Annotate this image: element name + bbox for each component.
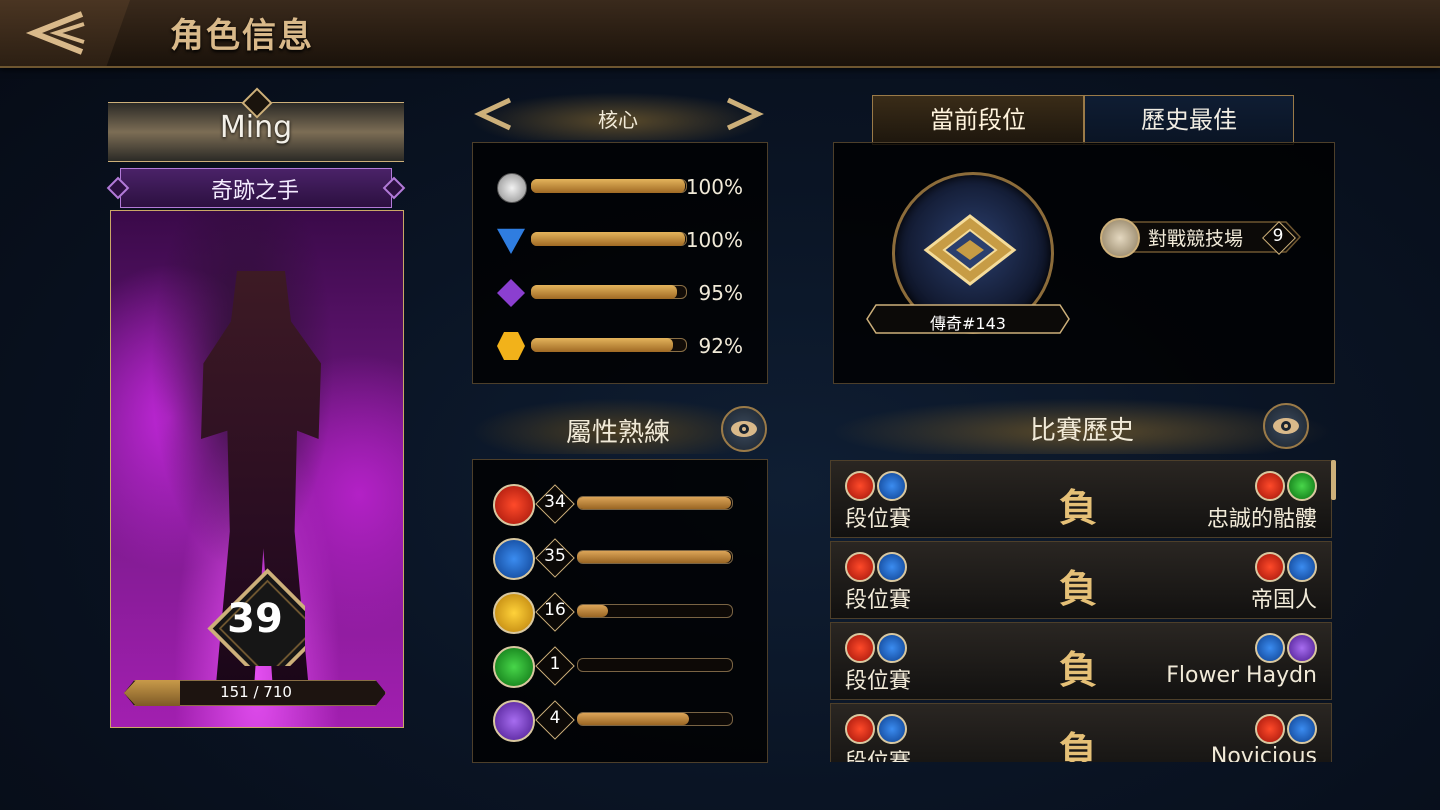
attribute-value: 35	[544, 546, 566, 566]
match-row[interactable]: 段位賽 負 忠誠的骷髏	[830, 460, 1332, 538]
core-row: 95%	[473, 271, 767, 311]
anvil-icon	[493, 700, 535, 742]
attribute-value: 1	[549, 654, 561, 674]
strength-arm-icon	[1255, 714, 1285, 744]
core-percent: 95%	[698, 281, 743, 305]
match-row[interactable]: 段位賽 負 Flower Haydn	[830, 622, 1332, 700]
book-icon	[877, 471, 907, 501]
history-scrollbar[interactable]	[1331, 460, 1336, 500]
attribute-bar-track	[577, 658, 733, 672]
attribute-row: 4	[473, 694, 767, 744]
strength-arm-icon	[845, 714, 875, 744]
book-icon	[1255, 633, 1285, 663]
book-icon	[877, 714, 907, 744]
match-row[interactable]: 段位賽 負 Novicious	[830, 703, 1332, 762]
attribute-value: 34	[544, 492, 566, 512]
attribute-row: 1	[473, 640, 767, 690]
match-type: 段位賽	[845, 588, 912, 613]
character-name: Ming	[219, 110, 293, 145]
anvil-icon	[1287, 633, 1317, 663]
match-type: 段位賽	[845, 669, 912, 694]
tab-current-rank[interactable]: 當前段位	[872, 95, 1084, 145]
strength-arm-icon	[845, 633, 875, 663]
strength-arm-icon	[493, 484, 535, 526]
gold-hexagon-icon	[497, 332, 525, 360]
core-percent: 100%	[685, 228, 743, 252]
strength-arm-icon	[1255, 471, 1285, 501]
attribute-bar-fill	[577, 551, 731, 563]
history-eye-button[interactable]	[1263, 403, 1309, 449]
attribute-eye-button[interactable]	[721, 406, 767, 452]
arena-count: 9	[1272, 226, 1284, 246]
attribute-row: 35	[473, 532, 767, 582]
core-percent: 100%	[685, 175, 743, 199]
core-bar-fill	[531, 285, 678, 299]
match-history-list[interactable]: 段位賽負忠誠的骷髏段位賽負帝国人段位賽負Flower Haydn段位賽負Novi…	[830, 458, 1334, 762]
strength-arm-icon	[845, 552, 875, 582]
core-panel: 100% 100% 95% 92%	[472, 142, 768, 384]
core-row: 100%	[473, 165, 767, 205]
tab-best-rank[interactable]: 歷史最佳	[1084, 95, 1294, 145]
lion-head-icon	[493, 592, 535, 634]
arena-name: 對戰競技場	[1148, 228, 1244, 250]
match-opponent: Flower Haydn	[1166, 663, 1317, 688]
core-row: 92%	[473, 324, 767, 364]
attribute-row: 34	[473, 478, 767, 528]
match-result: 負	[1059, 647, 1098, 692]
history-title: 比賽歷史	[1029, 416, 1134, 446]
book-icon	[1287, 552, 1317, 582]
attribute-bar-fill	[577, 605, 608, 617]
attribute-bar-fill	[577, 497, 731, 509]
blue-triangle-gem-icon	[497, 228, 525, 254]
match-opponent: Novicious	[1210, 744, 1317, 762]
match-result: 負	[1059, 566, 1098, 611]
book-icon	[493, 538, 535, 580]
book-icon	[1287, 714, 1317, 744]
strength-arm-icon	[845, 471, 875, 501]
arrow-icon	[493, 646, 535, 688]
match-row[interactable]: 段位賽 負 帝国人	[830, 541, 1332, 619]
strength-arm-icon	[1255, 552, 1285, 582]
rank-label: 傳奇#143	[930, 314, 1006, 333]
character-level: 39	[227, 596, 283, 642]
core-percent: 92%	[698, 334, 743, 358]
core-bar-fill	[531, 232, 685, 246]
core-title: 核心	[598, 108, 638, 132]
page-title: 角色信息	[170, 16, 314, 56]
attribute-bar-fill	[577, 713, 690, 725]
book-icon	[877, 552, 907, 582]
match-type: 段位賽	[845, 744, 911, 762]
arrow-icon	[1287, 471, 1317, 501]
eye-icon	[731, 421, 757, 437]
attribute-value: 4	[549, 708, 561, 728]
silver-coin-icon	[497, 173, 527, 203]
attribute-panel: 34 35 16 1 4	[472, 459, 768, 763]
back-arrow-icon	[25, 11, 85, 55]
xp-text: 151 / 710	[220, 683, 292, 701]
core-bar-fill	[531, 179, 685, 193]
class-name: 奇跡之手	[210, 179, 299, 204]
book-icon	[877, 633, 907, 663]
core-row: 100%	[473, 218, 767, 258]
match-result: 負	[1059, 728, 1098, 762]
match-opponent: 帝国人	[1250, 588, 1317, 613]
match-type: 段位賽	[845, 507, 912, 532]
attribute-value: 16	[544, 600, 566, 620]
core-bar-fill	[531, 338, 673, 352]
eye-icon	[1273, 418, 1299, 434]
arena-owl-icon	[1100, 218, 1140, 258]
purple-diamond-gem-icon	[497, 279, 525, 307]
attribute-row: 16	[473, 586, 767, 636]
match-opponent: 忠誠的骷髏	[1206, 507, 1317, 532]
match-result: 負	[1059, 485, 1098, 530]
